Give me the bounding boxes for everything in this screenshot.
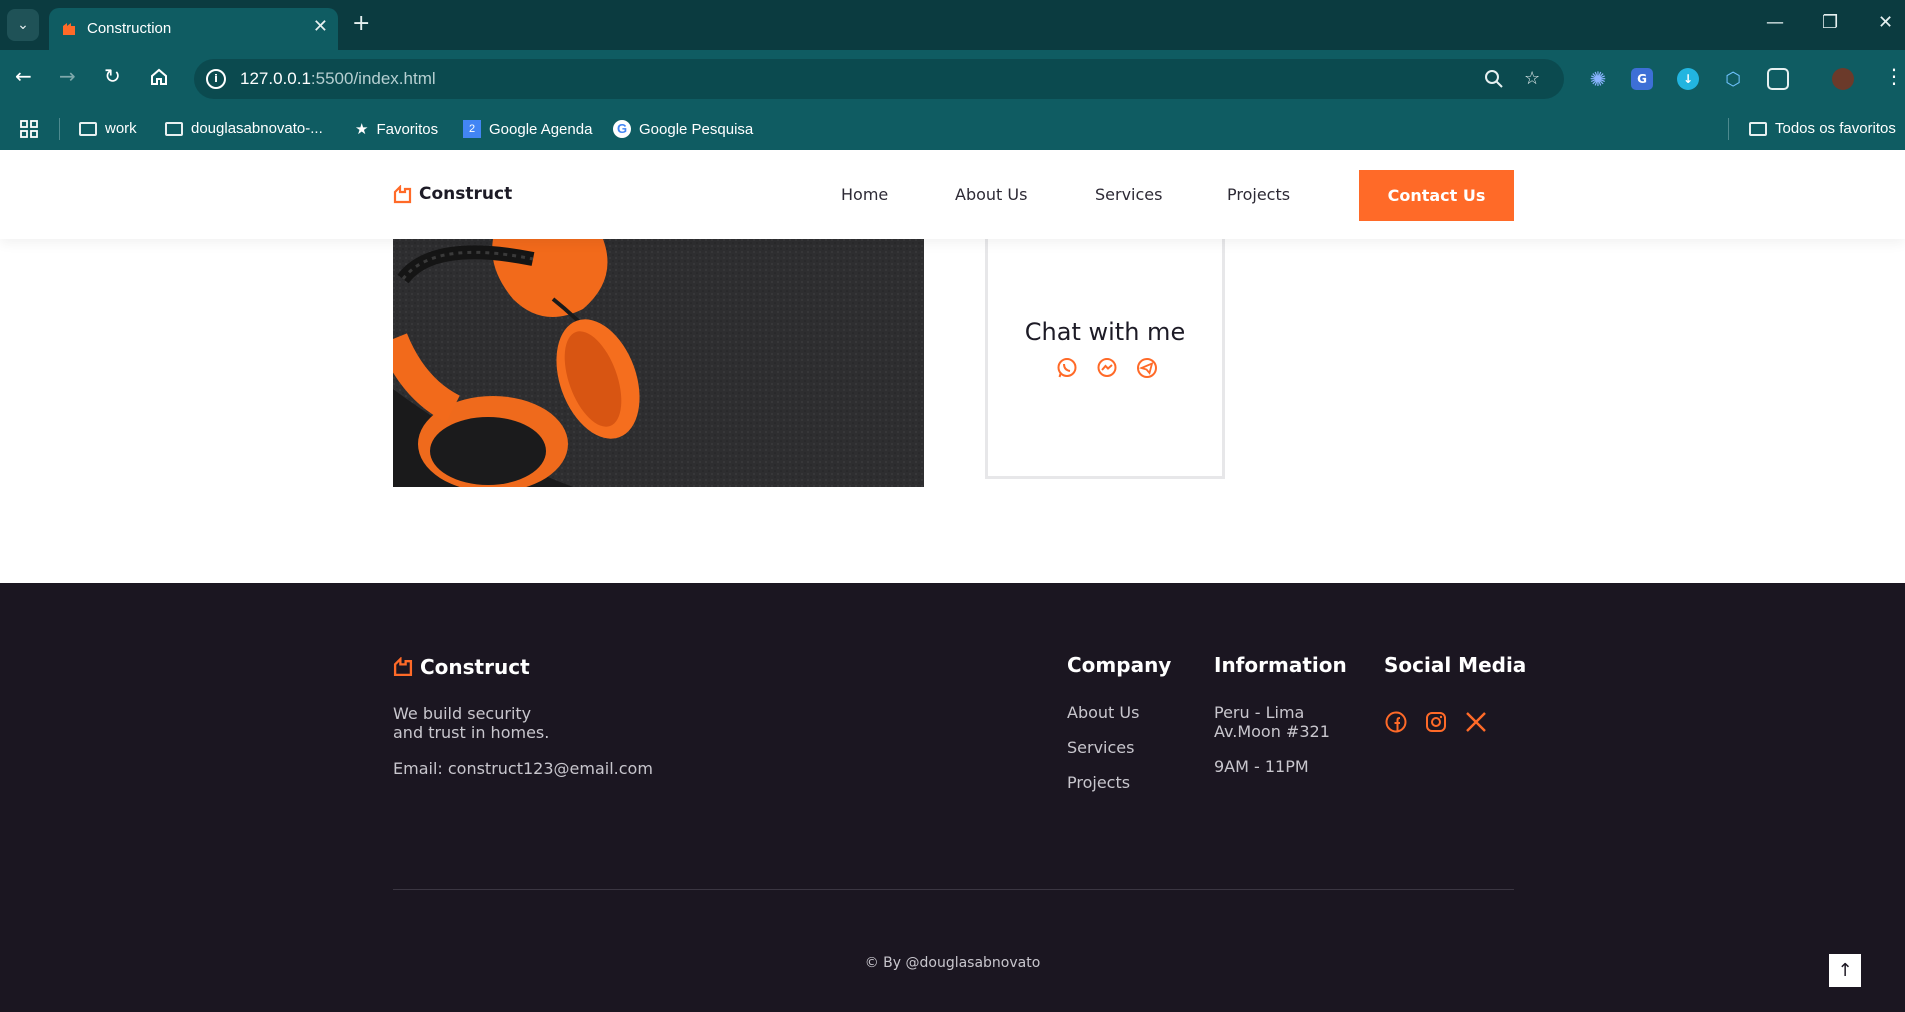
footer-link-about-us[interactable]: About Us [1067, 703, 1139, 722]
site-footer: Construct We build security and trust in… [0, 583, 1905, 1012]
x-icon[interactable] [1464, 710, 1488, 734]
bookmark-work[interactable]: work [79, 120, 137, 137]
reload-icon[interactable]: ↻ [104, 65, 121, 87]
google-translate-icon[interactable]: G [1631, 68, 1653, 90]
menu-kebab-icon[interactable]: ⋮ [1884, 65, 1904, 87]
bookmark-favoritos[interactable]: ★ Favoritos [355, 120, 438, 139]
footer-information-heading: Information [1214, 653, 1347, 677]
url-text: 127.0.0.1:5500/index.html [240, 69, 436, 88]
tab-search-button[interactable]: ⌄ [7, 9, 39, 41]
address-bar[interactable]: i 127.0.0.1:5500/index.html ☆ [194, 59, 1564, 99]
footer-address-line-1: Peru - Lima [1214, 703, 1305, 722]
footer-logo-text: Construct [420, 655, 530, 679]
footer-address-line-2: Av.Moon #321 [1214, 722, 1330, 741]
restore-icon[interactable]: ❐ [1822, 12, 1838, 33]
nav-about-us[interactable]: About Us [955, 185, 1027, 204]
logo-text: Construct [419, 184, 513, 204]
footer-link-services[interactable]: Services [1067, 738, 1134, 757]
bookmark-star-icon[interactable]: ☆ [1524, 68, 1540, 89]
forward-icon[interactable]: → [59, 65, 76, 87]
zoom-icon[interactable] [1484, 69, 1504, 89]
site-logo[interactable]: Construct [393, 184, 512, 204]
site-info-icon[interactable]: i [206, 69, 226, 89]
facebook-icon[interactable] [1384, 710, 1408, 734]
footer-divider [393, 889, 1514, 890]
back-to-top-button[interactable]: ↑ [1829, 954, 1861, 987]
chat-icons [1056, 357, 1158, 379]
arrow-up-icon: ↑ [1837, 960, 1853, 981]
close-window-icon[interactable]: ✕ [1878, 12, 1893, 33]
construct-logo-icon [393, 657, 413, 677]
nav-home[interactable]: Home [841, 185, 888, 204]
ear-protection-image [393, 239, 924, 487]
bookmarks-separator [1728, 118, 1729, 140]
bookmark-google-agenda[interactable]: 2 Google Agenda [463, 120, 592, 138]
footer-email: Email: construct123@email.com [393, 759, 653, 778]
download-extension-icon[interactable]: ↓ [1677, 68, 1699, 90]
bookmarks-separator [59, 118, 60, 140]
minimize-icon[interactable]: — [1766, 12, 1784, 33]
instagram-icon[interactable] [1424, 710, 1448, 734]
web-page: Construct Home About Us Services Project… [0, 150, 1905, 1012]
all-bookmarks[interactable]: Todos os favoritos [1749, 120, 1896, 137]
tab-title: Construction [87, 20, 172, 37]
nav-projects[interactable]: Projects [1227, 185, 1290, 204]
footer-social-heading: Social Media [1384, 653, 1527, 677]
browser-toolbar: ← → ↻ i 127.0.0.1:5500/index.html ☆ ✺ G … [0, 50, 1905, 108]
footer-company-heading: Company [1067, 653, 1172, 677]
new-tab-button[interactable]: + [352, 12, 370, 36]
construct-logo-icon [393, 184, 412, 203]
telegram-icon[interactable] [1136, 357, 1158, 379]
construction-favicon-icon [63, 23, 75, 35]
cube-extension-icon[interactable]: ⬡ [1722, 68, 1744, 90]
footer-hours: 9AM - 11PM [1214, 757, 1309, 776]
footer-logo[interactable]: Construct [393, 655, 530, 679]
extensions-puzzle-icon[interactable] [1767, 68, 1789, 90]
bookmark-google-pesquisa[interactable]: G Google Pesquisa [613, 120, 753, 138]
site-header: Construct Home About Us Services Project… [0, 150, 1905, 239]
star-icon: ★ [355, 121, 369, 138]
folder-icon [165, 121, 183, 136]
apps-grid-icon[interactable] [20, 120, 38, 138]
footer-tagline-line-1: We build security [393, 704, 532, 723]
footer-tagline-line-2: and trust in homes. [393, 723, 550, 742]
profile-avatar[interactable] [1832, 68, 1854, 90]
calendar-icon: 2 [463, 120, 481, 138]
footer-link-projects[interactable]: Projects [1067, 773, 1130, 792]
whatsapp-icon[interactable] [1056, 357, 1078, 379]
bookmark-douglasabnovato[interactable]: douglasabnovato-... [165, 120, 323, 137]
folder-icon [1749, 121, 1767, 136]
contact-us-button[interactable]: Contact Us [1359, 170, 1514, 221]
google-icon: G [613, 120, 631, 138]
copyright: © By @douglasabnovato [864, 955, 1041, 971]
bookmarks-bar: work douglasabnovato-... ★ Favoritos 2 Goo… [0, 108, 1905, 150]
back-icon[interactable]: ← [15, 65, 32, 87]
browser-tab[interactable]: Construction ✕ [49, 8, 338, 50]
messenger-icon[interactable] [1096, 357, 1118, 379]
folder-icon [79, 121, 97, 136]
chat-card: Chat with me [985, 230, 1225, 479]
extension-gear-icon[interactable]: ✺ [1587, 67, 1609, 91]
chat-title: Chat with me [1024, 318, 1186, 346]
home-icon[interactable] [149, 67, 169, 87]
nav-services[interactable]: Services [1095, 185, 1162, 204]
tab-close-icon[interactable]: ✕ [313, 17, 328, 37]
browser-tab-bar: ⌄ Construction ✕ + — ❐ ✕ [0, 0, 1905, 50]
